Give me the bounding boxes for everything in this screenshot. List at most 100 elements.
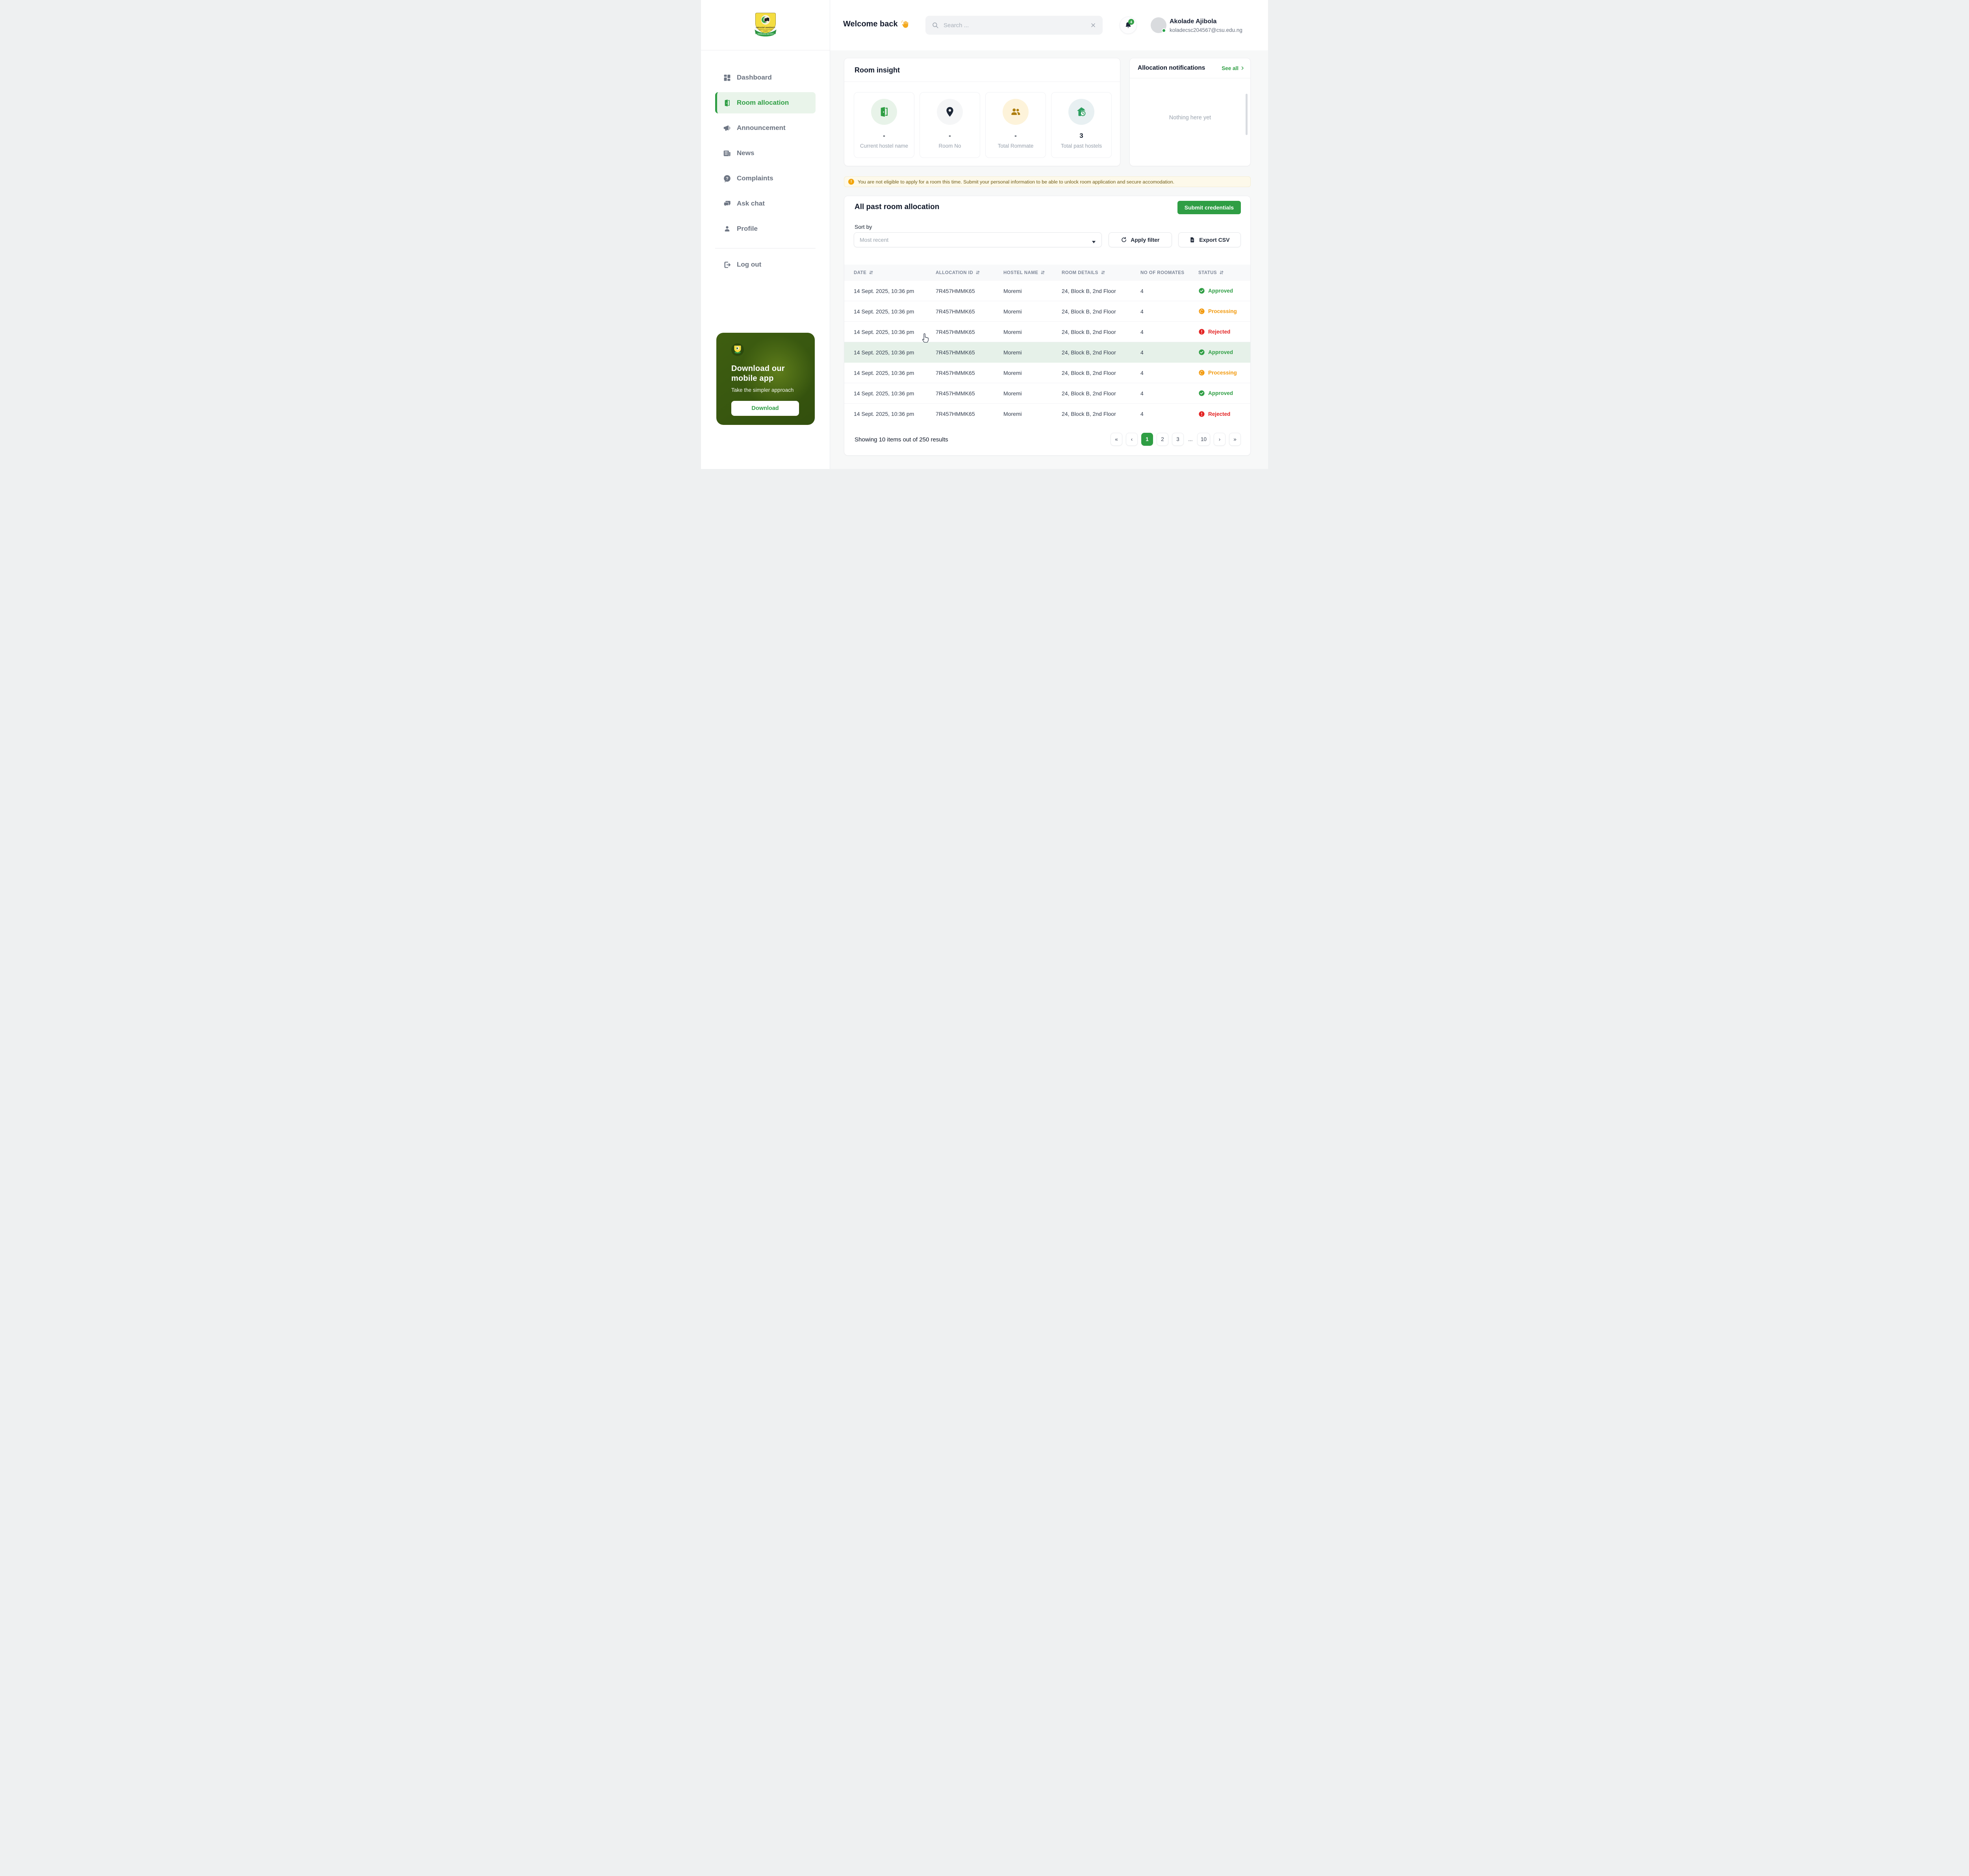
table-row[interactable]: 14 Sept. 2025, 10:36 pm 7R457HMMK65 Moremi… (844, 281, 1250, 301)
page-button-2[interactable]: 2 (1156, 433, 1168, 446)
stat-value: - (883, 132, 885, 139)
scrollbar-thumb[interactable] (1246, 94, 1248, 135)
last-page-button[interactable]: » (1229, 433, 1241, 446)
page-button-10[interactable]: 10 (1197, 433, 1210, 446)
column-header-hostel-name[interactable]: HOSTEL NAME (1003, 270, 1062, 275)
download-card-title: Download our mobile app (731, 364, 785, 383)
column-header-status[interactable]: STATUS (1198, 270, 1250, 275)
apply-filter-button[interactable]: Apply filter (1108, 232, 1172, 247)
page-button-1[interactable]: 1 (1141, 433, 1153, 446)
app-logo-icon (731, 343, 744, 356)
page-button-3[interactable]: 3 (1172, 433, 1184, 446)
allocation-notifications-card: Allocation notifications See all Nothing… (1129, 58, 1251, 166)
table-row[interactable]: 14 Sept. 2025, 10:36 pm 7R457HMMK65 Moremi… (844, 301, 1250, 322)
sort-dropdown[interactable]: Most recent (854, 232, 1102, 247)
prev-page-button[interactable]: ‹ (1125, 433, 1138, 446)
notification-count-badge: 4 (1128, 19, 1134, 25)
svg-text:CRESCENT UNIVERSITY: CRESCENT UNIVERSITY (756, 26, 775, 28)
stat-value: - (949, 132, 951, 139)
cell-date: 14 Sept. 2025, 10:36 pm (854, 287, 914, 294)
allocations-title: All past room allocation (855, 203, 940, 211)
sidebar-item-news[interactable]: News (715, 143, 816, 164)
status-badge: Approved (1198, 390, 1250, 397)
university-crest-icon: CRESCENT UNIVERSITY ABEOKUTA, OGUN STATE… (755, 12, 776, 37)
stat-icon-circle (1003, 99, 1029, 125)
cell-hostel-name: Moremi (1003, 287, 1022, 294)
column-label: DATE (854, 270, 867, 275)
status-badge: Processing (1198, 369, 1250, 376)
news-icon (723, 149, 731, 158)
cell-allocation-id: 7R457HMMK65 (936, 328, 975, 335)
status-badge: Approved (1198, 349, 1250, 356)
check-circle-icon (1198, 390, 1205, 397)
sidebar-item-room-allocation[interactable]: Room allocation (715, 92, 816, 113)
table-row[interactable]: 14 Sept. 2025, 10:36 pm 7R457HMMK65 Moremi… (844, 383, 1250, 404)
chevron-right-icon (1240, 66, 1245, 70)
column-label: ROOM DETAILS (1062, 270, 1098, 275)
past-allocations-card: All past room allocation Submit credenti… (844, 196, 1251, 456)
sidebar-item-dashboard[interactable]: Dashboard (715, 67, 816, 88)
main-content: Welcome back 4 Akolade Ajibola koladecsc… (830, 0, 1268, 469)
cell-date: 14 Sept. 2025, 10:36 pm (854, 369, 914, 376)
next-page-button[interactable]: › (1214, 433, 1226, 446)
stat-label: Room No (938, 143, 961, 149)
see-all-link[interactable]: See all (1222, 65, 1245, 71)
sidebar-item-logout[interactable]: Log out (715, 254, 816, 275)
sidebar-item-ask-chat[interactable]: Ask chat (715, 193, 816, 214)
room-insight-title: Room insight (855, 66, 900, 74)
sort-icon (869, 270, 873, 275)
stat-card-total-rommate: - Total Rommate (985, 92, 1046, 158)
user-avatar[interactable] (1151, 17, 1166, 33)
eligibility-warning-banner: ! You are not eligible to apply for a ro… (844, 176, 1251, 187)
search-icon (932, 22, 939, 29)
cell-hostel-name: Moremi (1003, 349, 1022, 356)
sort-icon (1219, 270, 1224, 275)
sidebar-item-label: Dashboard (737, 74, 772, 81)
welcome-heading: Welcome back (843, 20, 910, 29)
cell-allocation-id: 7R457HMMK65 (936, 390, 975, 397)
sidebar-item-label: Ask chat (737, 200, 765, 207)
alert-circle-icon (1198, 328, 1205, 335)
status-badge: Processing (1198, 308, 1250, 315)
room-allocation-dashboard: CRESCENT UNIVERSITY ABEOKUTA, OGUN STATE… (701, 0, 1268, 469)
cell-room-details: 24, Block B, 2nd Floor (1062, 390, 1116, 397)
notifications-bell-button[interactable]: 4 (1120, 17, 1137, 34)
column-header-allocation-id[interactable]: ALLOCATION ID (936, 270, 1003, 275)
cell-hostel-name: Moremi (1003, 411, 1022, 417)
column-header-room-details[interactable]: ROOM DETAILS (1062, 270, 1140, 275)
sidebar-item-complaints[interactable]: ? Complaints (715, 168, 816, 189)
cell-allocation-id: 7R457HMMK65 (936, 411, 975, 417)
notifications-title: Allocation notifications (1138, 65, 1205, 71)
sidebar-item-announcement[interactable]: Announcement (715, 117, 816, 139)
first-page-button[interactable]: « (1110, 433, 1122, 446)
cell-roommates: 4 (1140, 328, 1144, 335)
stat-label: Current hostel name (860, 143, 908, 149)
table-row[interactable]: 14 Sept. 2025, 10:36 pm 7R457HMMK65 Moremi… (844, 322, 1250, 342)
table-header-row: DATE ALLOCATION ID HOSTEL NAME ROOM DETAILS… (844, 265, 1250, 281)
clear-search-icon[interactable] (1090, 22, 1096, 28)
cell-allocation-id: 7R457HMMK65 (936, 349, 975, 356)
status-badge: Rejected (1198, 328, 1250, 335)
sidebar-item-profile[interactable]: Profile (715, 218, 816, 239)
stat-icon-circle (871, 99, 897, 125)
sidebar-item-label: Complaints (737, 174, 773, 182)
status-label: Approved (1208, 349, 1233, 355)
table-row[interactable]: 14 Sept. 2025, 10:36 pm 7R457HMMK65 Moremi… (844, 404, 1250, 424)
export-csv-button[interactable]: Export CSV (1178, 232, 1241, 247)
refresh-icon (1121, 237, 1127, 243)
warning-text: You are not eligible to apply for a room… (858, 179, 1175, 185)
check-circle-icon (1198, 287, 1205, 294)
cell-room-details: 24, Block B, 2nd Floor (1062, 328, 1116, 335)
column-header-date[interactable]: DATE (854, 270, 936, 275)
cell-roommates: 4 (1140, 349, 1144, 356)
download-button[interactable]: Download (731, 401, 799, 416)
table-row[interactable]: 14 Sept. 2025, 10:36 pm 7R457HMMK65 Moremi… (844, 363, 1250, 383)
cell-room-details: 24, Block B, 2nd Floor (1062, 411, 1116, 417)
file-icon (1189, 237, 1196, 243)
status-label: Approved (1208, 288, 1233, 294)
table-row[interactable]: 14 Sept. 2025, 10:36 pm 7R457HMMK65 Moremi… (844, 342, 1250, 363)
stat-card-room-no: - Room No (920, 92, 980, 158)
sort-icon (975, 270, 980, 275)
search-input[interactable] (944, 22, 1090, 29)
submit-credentials-button[interactable]: Submit credentials (1177, 201, 1241, 214)
